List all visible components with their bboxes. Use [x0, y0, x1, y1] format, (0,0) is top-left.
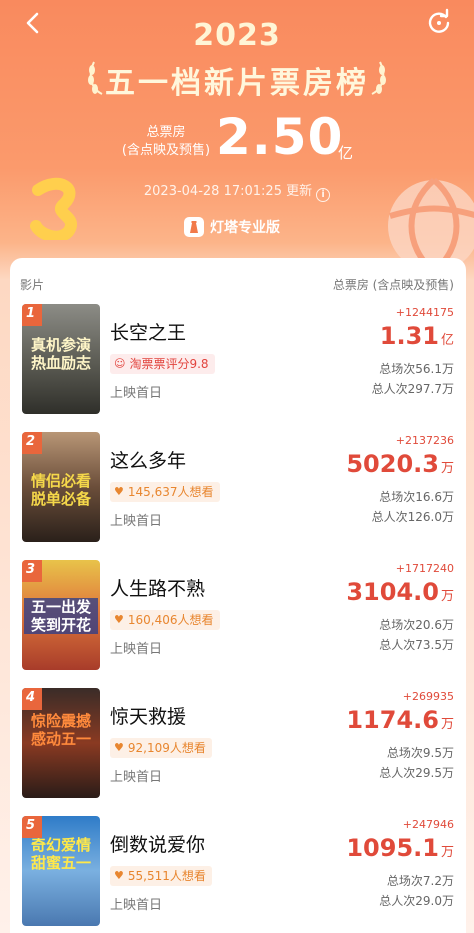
laurel-icon: [371, 61, 386, 95]
movie-title[interactable]: 人生路不熟: [110, 574, 205, 601]
gross-unit: 万: [440, 461, 454, 476]
total-sessions: 总场次20.6万: [379, 618, 454, 632]
poster-tagline: 惊险震撼感动五一: [30, 712, 91, 748]
release-status: 上映首日: [110, 898, 163, 913]
total-admissions: 总人次297.7万: [371, 382, 454, 396]
gross-number: 3104.0: [346, 578, 439, 606]
page-title: 五一档新片票房榜: [105, 66, 369, 101]
lighthouse-logo-icon: [184, 217, 204, 237]
total-box-office-label: 总票房 (含点映及预售): [120, 124, 212, 160]
rating-text: 淘票票评分9.8: [129, 357, 209, 371]
movie-title[interactable]: 长空之王: [110, 318, 186, 345]
rank-badge: 5: [22, 816, 42, 838]
want-to-see-text: 92,109人想看: [127, 741, 206, 755]
gross-value: 1095.1 万: [346, 834, 454, 862]
total-admissions: 总人次29.5万: [379, 766, 454, 780]
total-label: 总票房: [146, 125, 186, 140]
gross-number: 1174.6: [346, 706, 439, 734]
total-admissions: 总人次29.0万: [379, 894, 454, 908]
gross-value: 5020.3 万: [346, 450, 454, 478]
want-to-see-text: 55,511人想看: [127, 869, 206, 883]
heart-icon: ♥: [114, 485, 124, 498]
gross-delta: +1717240: [395, 562, 454, 575]
movie-row[interactable]: 2 情侣必看脱单必备 这么多年 ♥ 145,637人想看 上映首日 +213723…: [10, 432, 466, 560]
gross-unit: 万: [440, 589, 454, 604]
gross-delta: +247946: [402, 818, 454, 831]
gross-value: 1174.6 万: [346, 706, 454, 734]
column-header-film: 影片: [20, 278, 45, 292]
total-sessions: 总场次7.2万: [386, 874, 454, 888]
info-icon[interactable]: i: [316, 188, 331, 202]
gross-unit: 亿: [440, 333, 454, 348]
brand-name: 灯塔专业版: [210, 220, 280, 236]
brand-badge: 灯塔专业版: [184, 216, 280, 238]
update-time-text: 2023-04-28 17:01:25 更新: [143, 184, 313, 199]
total-admissions: 总人次73.5万: [379, 638, 454, 652]
gross-delta: +269935: [402, 690, 454, 703]
movie-title[interactable]: 这么多年: [110, 446, 186, 473]
gross-number: 1095.1: [346, 834, 439, 862]
total-sessions: 总场次56.1万: [379, 362, 454, 376]
release-status: 上映首日: [110, 770, 163, 785]
release-status: 上映首日: [110, 642, 163, 657]
heart-icon: ♥: [114, 741, 124, 754]
movie-poster[interactable]: 3 五一出发笑到开花: [22, 560, 100, 670]
movie-poster[interactable]: 4 惊险震撼感动五一: [22, 688, 100, 798]
taopiao-icon: ☺: [114, 357, 126, 370]
want-to-see-tag: ♥ 92,109人想看: [110, 738, 212, 758]
want-to-see-tag: ♥ 145,637人想看: [110, 482, 220, 502]
movie-title[interactable]: 倒数说爱你: [110, 830, 205, 857]
want-to-see-tag: ♥ 55,511人想看: [110, 866, 212, 886]
rank-badge: 3: [22, 560, 42, 582]
total-box-office-value: 2.50: [216, 108, 344, 166]
movie-poster[interactable]: 1 真机参演热血励志: [22, 304, 100, 414]
movie-row[interactable]: 3 五一出发笑到开花 人生路不熟 ♥ 160,406人想看 上映首日 +17172…: [10, 560, 466, 688]
movie-row[interactable]: 1 真机参演热血励志 长空之王 ☺ 淘票票评分9.8 上映首日 +1244175 …: [10, 304, 466, 432]
total-label-note: (含点映及预售): [121, 143, 211, 158]
column-header-gross: 总票房 (含点映及预售): [332, 278, 454, 292]
movie-title[interactable]: 惊天救援: [110, 702, 186, 729]
total-admissions: 总人次126.0万: [371, 510, 454, 524]
year-heading: 2023: [193, 18, 281, 53]
gross-value: 1.31 亿: [380, 322, 454, 350]
poster-tagline: 情侣必看脱单必备: [30, 472, 91, 508]
poster-tagline: 五一出发笑到开花: [24, 598, 98, 634]
gross-number: 1.31: [379, 322, 439, 350]
rank-badge: 4: [22, 688, 42, 710]
heart-icon: ♥: [114, 869, 124, 882]
want-to-see-tag: ♥ 160,406人想看: [110, 610, 220, 630]
poster-tagline: 奇幻爱情甜蜜五一: [30, 836, 91, 872]
release-status: 上映首日: [110, 386, 163, 401]
gross-unit: 万: [440, 717, 454, 732]
rank-badge: 2: [22, 432, 42, 454]
total-box-office-unit: 亿: [338, 144, 354, 162]
total-sessions: 总场次16.6万: [379, 490, 454, 504]
want-to-see-text: 160,406人想看: [127, 613, 214, 627]
gross-number: 5020.3: [346, 450, 439, 478]
want-to-see-text: 145,637人想看: [127, 485, 214, 499]
gross-value: 3104.0 万: [346, 578, 454, 606]
movie-poster[interactable]: 5 奇幻爱情甜蜜五一: [22, 816, 100, 926]
header: 2023 五一档新片票房榜 总票房 (含点映及预售) 2.50 亿 2023-0…: [0, 0, 474, 275]
rating-tag: ☺ 淘票票评分9.8: [110, 354, 215, 374]
movie-row[interactable]: 5 奇幻爱情甜蜜五一 倒数说爱你 ♥ 55,511人想看 上映首日 +247946…: [10, 816, 466, 933]
gross-delta: +1244175: [395, 306, 454, 319]
update-time: 2023-04-28 17:01:25 更新 i: [0, 180, 474, 202]
box-office-list: 影片 总票房 (含点映及预售) 1 真机参演热血励志 长空之王 ☺ 淘票票评分9.…: [10, 258, 466, 933]
total-sessions: 总场次9.5万: [386, 746, 454, 760]
gross-unit: 万: [440, 845, 454, 860]
heart-icon: ♥: [114, 613, 124, 626]
gross-delta: +2137236: [395, 434, 454, 447]
release-status: 上映首日: [110, 514, 163, 529]
rank-badge: 1: [22, 304, 42, 326]
poster-tagline: 真机参演热血励志: [30, 336, 91, 372]
movie-poster[interactable]: 2 情侣必看脱单必备: [22, 432, 100, 542]
movie-row[interactable]: 4 惊险震撼感动五一 惊天救援 ♥ 92,109人想看 上映首日 +269935 …: [10, 688, 466, 816]
